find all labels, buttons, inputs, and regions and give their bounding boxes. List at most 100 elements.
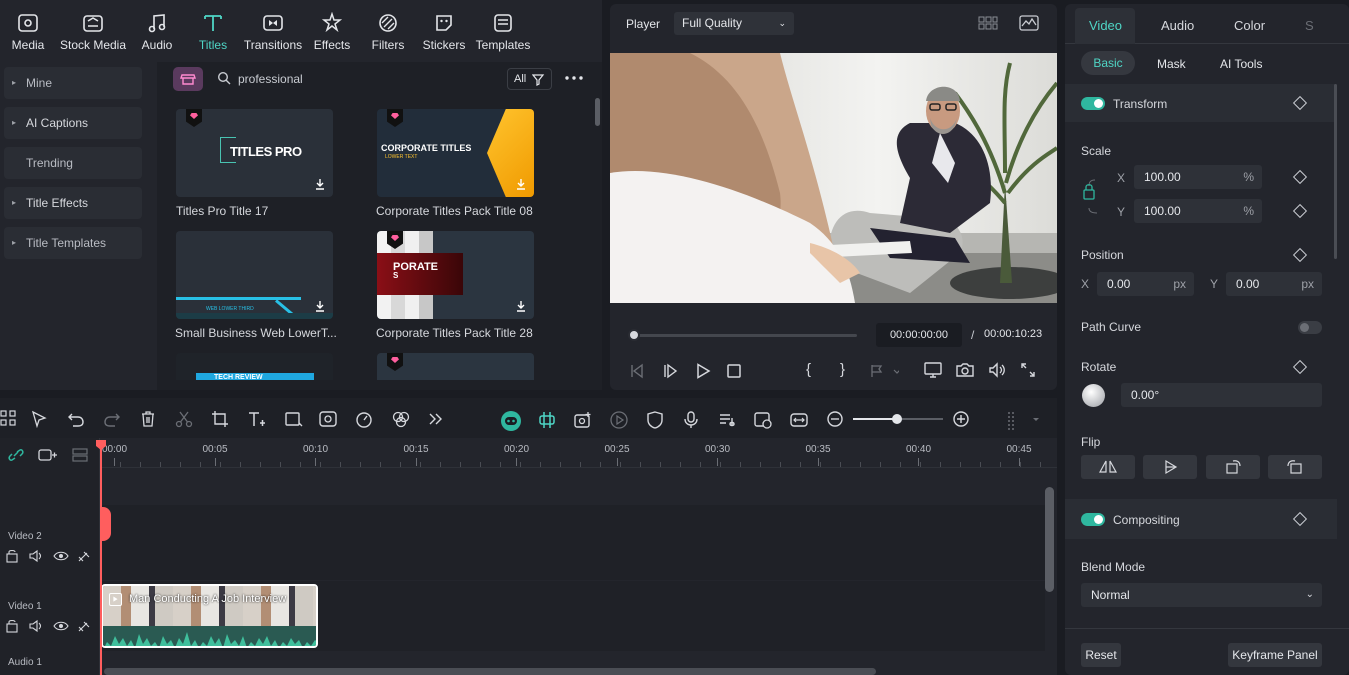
reset-button[interactable]: Reset xyxy=(1081,643,1121,667)
speed-icon[interactable] xyxy=(355,410,375,430)
layout-grid-icon[interactable] xyxy=(0,410,20,430)
title-card-1[interactable]: TITLES PRO xyxy=(176,109,333,197)
zoom-slider-handle[interactable] xyxy=(892,414,902,424)
flip-vertical-button[interactable] xyxy=(1143,455,1197,479)
search-input[interactable]: professional xyxy=(238,72,303,86)
shield-icon[interactable] xyxy=(645,410,665,430)
download-icon[interactable] xyxy=(313,299,327,313)
scale-x-input[interactable]: 100.00% xyxy=(1134,165,1262,189)
video-clip[interactable]: Man Conducting A Job Interview xyxy=(101,584,318,648)
title-card-6[interactable] xyxy=(377,353,534,380)
track-lock-icon[interactable] xyxy=(6,549,96,563)
timeline-horizontal-scrollbar[interactable] xyxy=(104,668,876,675)
properties-scrollbar[interactable] xyxy=(1334,84,1337,259)
quality-dropdown[interactable]: Full Quality ⌄ xyxy=(674,12,794,35)
stop-icon[interactable] xyxy=(727,364,741,378)
tab-color[interactable]: Color xyxy=(1234,18,1265,33)
link-icon[interactable] xyxy=(7,447,25,463)
add-track-icon[interactable] xyxy=(38,448,58,462)
color-wheel-icon[interactable] xyxy=(391,410,411,430)
zoom-out-icon[interactable] xyxy=(826,410,846,430)
title-card-2[interactable]: CORPORATE TITLES LOWER TEXT xyxy=(377,109,534,197)
compositing-toggle[interactable] xyxy=(1081,513,1105,526)
next-frame-icon[interactable] xyxy=(663,363,679,379)
snapshot-icon[interactable] xyxy=(956,362,974,378)
shape-tool-icon[interactable] xyxy=(284,410,304,430)
tab-audio[interactable]: Audio xyxy=(127,8,187,52)
playhead-line[interactable] xyxy=(100,440,102,675)
path-curve-toggle[interactable] xyxy=(1298,321,1322,334)
title-card-4[interactable]: PORATE S xyxy=(377,231,534,319)
tab-media[interactable]: Media xyxy=(0,8,58,52)
tab-titles[interactable]: Titles xyxy=(183,8,243,52)
more-tools-icon[interactable] xyxy=(427,410,447,430)
scale-y-input[interactable]: 100.00% xyxy=(1134,199,1262,223)
position-x-input[interactable]: 0.00 px xyxy=(1097,272,1194,296)
preview-render-icon[interactable] xyxy=(609,410,629,430)
waveform-monitor-icon[interactable] xyxy=(1019,15,1039,31)
cut-icon[interactable] xyxy=(175,410,195,430)
track-lock-icon[interactable] xyxy=(6,619,96,633)
audio-mixer-icon[interactable] xyxy=(717,410,737,430)
tab-transitions[interactable]: Transitions xyxy=(243,8,303,52)
title-card-5[interactable]: TECH REVIEW xyxy=(176,353,333,380)
subtab-basic[interactable]: Basic xyxy=(1081,51,1135,75)
track-manager-icon[interactable] xyxy=(71,448,89,462)
select-tool-icon[interactable] xyxy=(31,410,51,430)
timeline-layout-icon[interactable] xyxy=(1004,410,1039,430)
sidebar-item-title-effects[interactable]: ▸ Title Effects xyxy=(4,187,142,219)
auto-ripple-icon[interactable] xyxy=(537,410,557,430)
sidebar-item-ai-captions[interactable]: ▸ AI Captions xyxy=(4,107,142,139)
title-card-3[interactable]: WEB LOWER THIRD xyxy=(176,231,333,319)
tab-speed[interactable]: S xyxy=(1305,18,1314,33)
tab-video[interactable]: Video xyxy=(1089,18,1122,33)
rotate-dial[interactable] xyxy=(1082,384,1105,407)
playback-scrubber-handle[interactable] xyxy=(628,329,640,341)
tab-filters[interactable]: Filters xyxy=(358,8,418,52)
ai-assistant-icon[interactable] xyxy=(500,410,522,432)
render-preview-icon[interactable] xyxy=(924,362,942,378)
grid-view-icon[interactable] xyxy=(978,16,998,30)
download-icon[interactable] xyxy=(313,177,327,191)
undo-icon[interactable] xyxy=(67,410,87,430)
crop-icon[interactable] xyxy=(211,410,231,430)
redo-icon[interactable] xyxy=(103,410,123,430)
tab-stock-media[interactable]: Stock Media xyxy=(58,8,128,52)
filter-dropdown[interactable]: All xyxy=(507,68,552,90)
download-icon[interactable] xyxy=(514,299,528,313)
tab-audio-props[interactable]: Audio xyxy=(1161,18,1194,33)
mark-in-icon[interactable]: { xyxy=(806,361,811,378)
rotate-input[interactable]: 0.00° xyxy=(1121,383,1322,407)
subtab-mask[interactable]: Mask xyxy=(1157,57,1186,71)
sidebar-item-trending[interactable]: Trending xyxy=(4,147,142,179)
color-match-icon[interactable] xyxy=(319,410,339,430)
fullscreen-icon[interactable] xyxy=(1021,363,1035,377)
volume-icon[interactable] xyxy=(988,362,1006,378)
timeline-vertical-scrollbar[interactable] xyxy=(1045,487,1054,592)
playback-scrubber[interactable] xyxy=(632,334,857,337)
position-y-input[interactable]: 0.00 px xyxy=(1226,272,1322,296)
rotate-ccw-button[interactable] xyxy=(1268,455,1322,479)
auto-highlight-icon[interactable] xyxy=(753,410,773,430)
zoom-in-icon[interactable] xyxy=(952,410,972,430)
transform-toggle[interactable] xyxy=(1081,97,1105,110)
keyframe-panel-button[interactable]: Keyframe Panel xyxy=(1228,643,1322,667)
prev-frame-icon[interactable] xyxy=(629,363,645,379)
scale-link-lock-icon[interactable] xyxy=(1083,178,1105,218)
video-preview[interactable] xyxy=(610,53,1057,303)
text-tool-icon[interactable] xyxy=(247,410,267,430)
play-icon[interactable] xyxy=(695,363,711,379)
fit-timeline-icon[interactable] xyxy=(789,410,809,430)
flip-horizontal-button[interactable] xyxy=(1081,455,1135,479)
sidebar-item-title-templates[interactable]: ▸ Title Templates xyxy=(4,227,142,259)
microphone-icon[interactable] xyxy=(681,410,701,430)
blend-mode-dropdown[interactable]: Normal ⌄ xyxy=(1081,583,1322,607)
download-icon[interactable] xyxy=(514,177,528,191)
add-media-icon[interactable] xyxy=(573,410,593,430)
tab-templates[interactable]: Templates xyxy=(473,8,533,52)
delete-icon[interactable] xyxy=(139,410,159,430)
playhead-marker[interactable] xyxy=(100,507,111,541)
marker-icon[interactable] xyxy=(869,363,899,379)
library-scrollbar[interactable] xyxy=(595,98,600,126)
more-options-icon[interactable] xyxy=(565,76,583,80)
